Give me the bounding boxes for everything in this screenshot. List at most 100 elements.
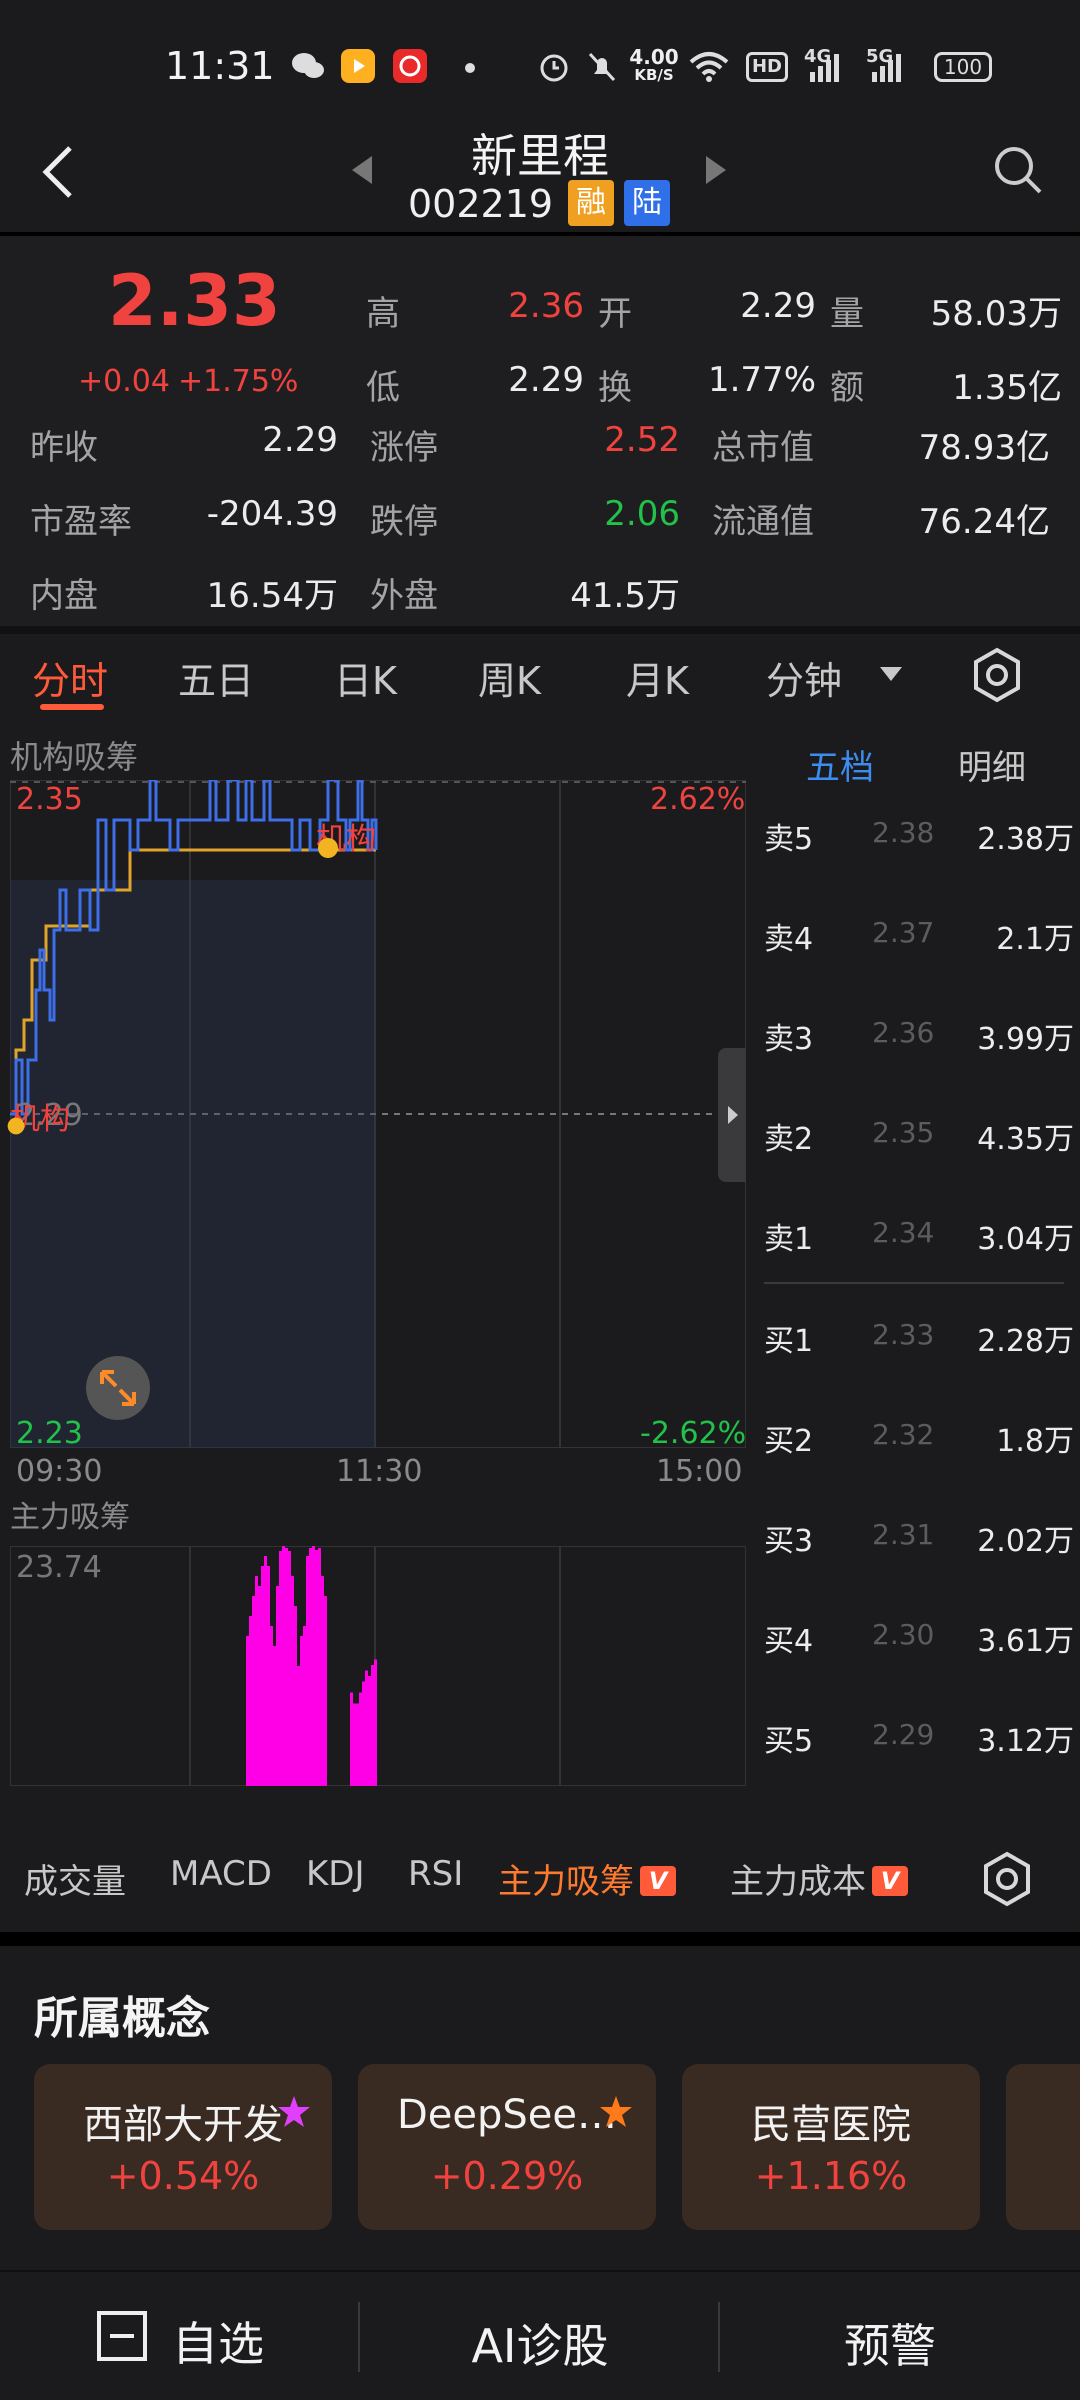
main-force-bar bbox=[285, 1548, 288, 1786]
indicator-macd[interactable]: MACD bbox=[170, 1854, 272, 1894]
tab-intraday[interactable]: 分时 bbox=[32, 650, 108, 705]
limit-up-label: 涨停 bbox=[370, 428, 438, 468]
main-force-bar bbox=[350, 1692, 353, 1786]
main-force-bar bbox=[264, 1556, 267, 1786]
indicator-volume[interactable]: 成交量 bbox=[24, 1854, 126, 1903]
tab-minute[interactable]: 分钟 bbox=[766, 650, 842, 705]
indicator-tabs: 成交量 MACD KDJ RSI 主力吸筹 V 主力成本 V bbox=[0, 1840, 1080, 1920]
ai-diagnosis-button[interactable]: AI诊股 bbox=[440, 2310, 640, 2376]
concept-card[interactable]: DeepSee… +0.29% bbox=[358, 2064, 656, 2230]
buy-row: 买4 2.30 3.61万 bbox=[764, 1616, 1074, 1676]
connect-tag: 陆 bbox=[624, 180, 670, 226]
main-force-bar bbox=[261, 1566, 264, 1786]
settings-icon[interactable] bbox=[968, 646, 1026, 704]
main-force-bar bbox=[291, 1576, 294, 1786]
collapse-panel-handle[interactable] bbox=[718, 1048, 746, 1182]
low-value: 2.29 bbox=[508, 360, 584, 400]
tab-details[interactable]: 明细 bbox=[958, 740, 1026, 789]
main-force-bar bbox=[282, 1546, 285, 1786]
main-force-bar bbox=[294, 1606, 297, 1786]
concept-card-partial[interactable] bbox=[1006, 2064, 1080, 2230]
status-time: 11:31 bbox=[165, 44, 275, 88]
main-force-bar bbox=[374, 1659, 377, 1786]
intraday-chart[interactable] bbox=[10, 780, 746, 1448]
prev-stock-icon[interactable] bbox=[350, 154, 374, 186]
time-label-close: 15:00 bbox=[656, 1454, 743, 1489]
indicator-rsi[interactable]: RSI bbox=[408, 1854, 463, 1894]
search-icon[interactable] bbox=[992, 144, 1046, 198]
sell-volume: 3.04万 bbox=[977, 1222, 1074, 1257]
alarm-icon bbox=[540, 54, 568, 82]
open-value: 2.29 bbox=[740, 286, 816, 326]
indicator-main-force-accumulation-label: 主力吸筹 bbox=[498, 1862, 634, 1902]
indicator-main-force-accumulation[interactable]: 主力吸筹 V bbox=[498, 1854, 676, 1903]
y-axis-bottom-label: 2.23 bbox=[16, 1416, 83, 1451]
sell-level: 卖1 bbox=[764, 1222, 814, 1257]
net-speed-value: 4.00 bbox=[629, 45, 679, 69]
order-book: 五档 明细 卖5 2.38 2.38万 卖4 2.37 2.1万 卖3 2.36 3.99万… bbox=[752, 740, 1080, 1800]
divider bbox=[0, 626, 1080, 634]
buy-row: 买3 2.31 2.02万 bbox=[764, 1516, 1074, 1576]
buy-level: 买2 bbox=[764, 1424, 814, 1459]
chart-tabs: 分时 五日 日K 周K 月K 分钟 bbox=[0, 634, 1080, 714]
sell-price: 2.34 bbox=[872, 1216, 935, 1249]
v-badge-icon: V bbox=[640, 1866, 676, 1896]
chevron-down-icon[interactable] bbox=[878, 664, 904, 684]
concept-card[interactable]: 民营医院 +1.16% bbox=[682, 2064, 980, 2230]
buy-row: 买5 2.29 3.12万 bbox=[764, 1716, 1074, 1776]
main-force-bar bbox=[315, 1550, 318, 1786]
sell-level: 卖3 bbox=[764, 1022, 814, 1057]
main-force-bar bbox=[288, 1551, 291, 1786]
indicator-kdj[interactable]: KDJ bbox=[306, 1854, 365, 1894]
sell-level: 卖2 bbox=[764, 1122, 814, 1157]
time-label-open: 09:30 bbox=[16, 1454, 103, 1489]
institution-marker-icon bbox=[7, 1117, 25, 1135]
tab-five-day[interactable]: 五日 bbox=[178, 650, 254, 705]
indicator-main-force-cost-label: 主力成本 bbox=[730, 1862, 866, 1902]
concept-card[interactable]: 西部大开发 +0.54% bbox=[34, 2064, 332, 2230]
chevron-right-icon bbox=[728, 1106, 738, 1124]
alert-button[interactable]: 预警 bbox=[790, 2310, 990, 2376]
concept-change: +0.54% bbox=[106, 2154, 260, 2198]
star-icon bbox=[600, 2096, 632, 2127]
net-speed-unit: KB/S bbox=[634, 66, 674, 84]
stock-header: 新里程 002219 融 陆 bbox=[0, 120, 1080, 232]
favorite-label: 自选 bbox=[172, 2317, 264, 2371]
concepts-title: 所属概念 bbox=[34, 1993, 210, 2044]
expand-button[interactable] bbox=[86, 1356, 150, 1420]
indicator-main-force-cost[interactable]: 主力成本 V bbox=[730, 1854, 908, 1903]
buy-row: 买1 2.33 2.28万 bbox=[764, 1316, 1074, 1376]
open-label: 开 bbox=[598, 294, 632, 334]
amount-label: 额 bbox=[830, 368, 864, 408]
add-favorite-button[interactable]: 自选 bbox=[96, 2298, 366, 2378]
minus-square-icon bbox=[97, 2311, 147, 2361]
concept-name: 民营医院 bbox=[751, 2102, 911, 2148]
divider bbox=[0, 1932, 1080, 1946]
sell-price: 2.38 bbox=[872, 816, 935, 849]
tab-five-levels[interactable]: 五档 bbox=[806, 740, 874, 789]
main-force-bar bbox=[246, 1636, 249, 1786]
stock-name: 新里程 bbox=[471, 129, 609, 183]
concepts-section: 所属概念 西部大开发 +0.54% DeepSee… +0.29% 民营医院 +… bbox=[0, 1946, 1080, 2266]
amount-value: 1.35亿 bbox=[952, 368, 1062, 408]
concept-change: +1.16% bbox=[754, 2154, 908, 2198]
volume-value: 58.03万 bbox=[930, 294, 1062, 334]
pct-bottom-label: -2.62% bbox=[640, 1416, 747, 1451]
inner-volume-label: 内盘 bbox=[30, 576, 98, 616]
tab-daily-k[interactable]: 日K bbox=[334, 650, 397, 705]
buy-level: 买1 bbox=[764, 1324, 814, 1359]
main-force-bar bbox=[249, 1616, 252, 1786]
float-cap-label: 流通值 bbox=[712, 502, 814, 542]
sell-volume: 2.38万 bbox=[977, 822, 1074, 857]
sell-price: 2.36 bbox=[872, 1016, 935, 1049]
turnover-label: 换 bbox=[598, 368, 632, 408]
tab-weekly-k[interactable]: 周K bbox=[478, 650, 541, 705]
next-stock-icon[interactable] bbox=[704, 154, 728, 186]
market-cap-label: 总市值 bbox=[712, 428, 814, 468]
buy-volume: 1.8万 bbox=[996, 1424, 1074, 1459]
main-force-chart[interactable] bbox=[10, 1546, 746, 1786]
indicator-settings-icon[interactable] bbox=[978, 1850, 1036, 1908]
main-force-bar bbox=[258, 1586, 261, 1786]
tab-monthly-k[interactable]: 月K bbox=[626, 650, 689, 705]
buy-volume: 2.28万 bbox=[977, 1324, 1074, 1359]
